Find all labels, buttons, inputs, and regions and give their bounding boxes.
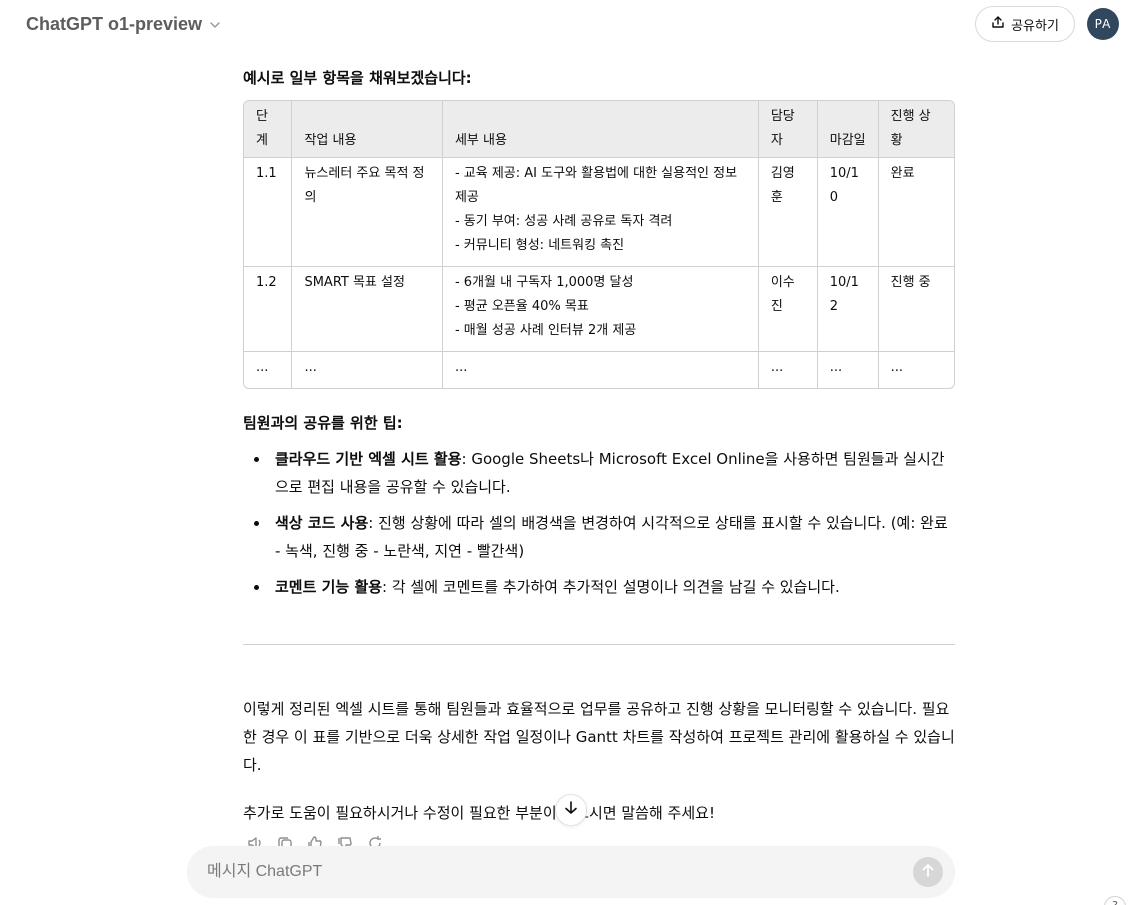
model-selector[interactable]: ChatGPT o1-preview [18,8,230,40]
detail-line: - 평균 오픈율 40% 목표 [454,299,589,314]
details-cell: - 교육 제공: AI 도구와 활용법에 대한 실용적인 정보 제공 - 동기 … [442,157,759,267]
tip-title: 코멘트 기능 활용 [275,578,383,596]
list-item: 클라우드 기반 엑셀 시트 활용: Google Sheets나 Microso… [243,445,955,501]
due-cell: ... [817,351,879,388]
arrow-down-icon [563,800,579,820]
divider [243,644,955,645]
list-item: 코멘트 기능 활용: 각 셀에 코멘트를 추가하여 추가적인 설명이나 의견을 … [243,573,955,601]
message-lead: 예시로 일부 항목을 채워보겠습니다: [243,69,472,87]
scroll-to-bottom-button[interactable] [555,794,587,826]
due-cell: 10/12 [817,266,879,352]
tip-text: : 각 셀에 코멘트를 추가하여 추가적인 설명이나 의견을 남길 수 있습니다… [382,578,840,596]
list-item: 색상 코드 사용: 진행 상황에 따라 셀의 배경색을 변경하여 시각적으로 상… [243,509,955,565]
share-button[interactable]: 공유하기 [975,6,1075,42]
column-header: 세부 내용 [442,101,759,158]
details-cell: ... [442,351,759,388]
task-cell: SMART 목표 설정 [291,266,443,352]
owner-cell: 김영훈 [758,157,818,267]
table-row: 1.1 뉴스레터 주요 목적 정의 - 교육 제공: AI 도구와 활용법에 대… [244,157,954,267]
detail-line: - 커뮤니티 형성: 네트워킹 촉진 [454,238,625,253]
column-header: 진행 상황 [878,101,954,158]
tip-title: 색상 코드 사용 [275,514,369,532]
column-header: 담당자 [758,101,818,158]
top-bar: ChatGPT o1-preview 공유하기 PA [0,0,1130,48]
task-cell: 뉴스레터 주요 목적 정의 [291,157,443,267]
share-icon [991,15,1005,33]
final-line: 추가로 도움이 필요하시거나 수정이 필요한 부분이 있으시면 말씀해 주세요! [243,804,715,822]
details-cell: - 6개월 내 구독자 1,000명 달성 - 평균 오픈율 40% 목표 - … [442,266,759,352]
task-table: 단계 작업 내용 세부 내용 담당자 마감일 진행 상황 1.1 뉴스레터 주요… [243,100,955,389]
closing-paragraph: 이렇게 정리된 엑셀 시트를 통해 팀원들과 효율적으로 업무를 공유하고 진행… [243,700,955,774]
column-header: 단계 [244,101,293,158]
detail-line: - 동기 부여: 성공 사례 공유로 독자 격려 [454,214,673,229]
step-cell: 1.1 [244,157,293,267]
step-cell: ... [244,351,293,388]
detail-line: - 교육 제공: AI 도구와 활용법에 대한 실용적인 정보 제공 [454,166,738,205]
model-title: ChatGPT o1-preview [26,13,203,34]
help-button[interactable]: ? [1104,896,1126,905]
owner-cell: ... [758,351,818,388]
tip-text: : 진행 상황에 따라 셀의 배경색을 변경하여 시각적으로 상태를 표시할 수… [275,514,948,560]
column-header: 작업 내용 [291,101,443,158]
message-composer [187,846,955,898]
owner-cell: 이수진 [758,266,818,352]
table-row: ... ... ... ... ... ... [244,351,954,388]
arrow-up-icon [920,862,936,882]
tips-heading: 팀원과의 공유를 위한 팁: [243,414,403,432]
tip-title: 클라우드 기반 엑셀 시트 활용 [275,450,462,468]
column-header: 마감일 [817,101,879,158]
send-button[interactable] [913,857,943,887]
tips-list: 클라우드 기반 엑셀 시트 활용: Google Sheets나 Microso… [243,445,955,601]
detail-line: - 6개월 내 구독자 1,000명 달성 [454,275,634,290]
task-cell: ... [291,351,443,388]
chevron-down-icon [208,17,222,31]
due-cell: 10/10 [817,157,879,267]
share-label: 공유하기 [1011,18,1059,34]
step-cell: 1.2 [244,266,293,352]
assistant-message: 예시로 일부 항목을 채워보겠습니다: 단계 작업 내용 세부 내용 담당자 마… [243,64,955,847]
status-cell: 완료 [878,157,954,267]
status-cell: 진행 중 [878,266,954,352]
table-row: 1.2 SMART 목표 설정 - 6개월 내 구독자 1,000명 달성 - … [244,266,954,352]
table-header-row: 단계 작업 내용 세부 내용 담당자 마감일 진행 상황 [244,101,954,158]
detail-line: - 매월 성공 사례 인터뷰 2개 제공 [454,323,637,338]
avatar[interactable]: PA [1087,8,1119,40]
message-input[interactable] [207,860,887,884]
status-cell: ... [890,360,904,375]
